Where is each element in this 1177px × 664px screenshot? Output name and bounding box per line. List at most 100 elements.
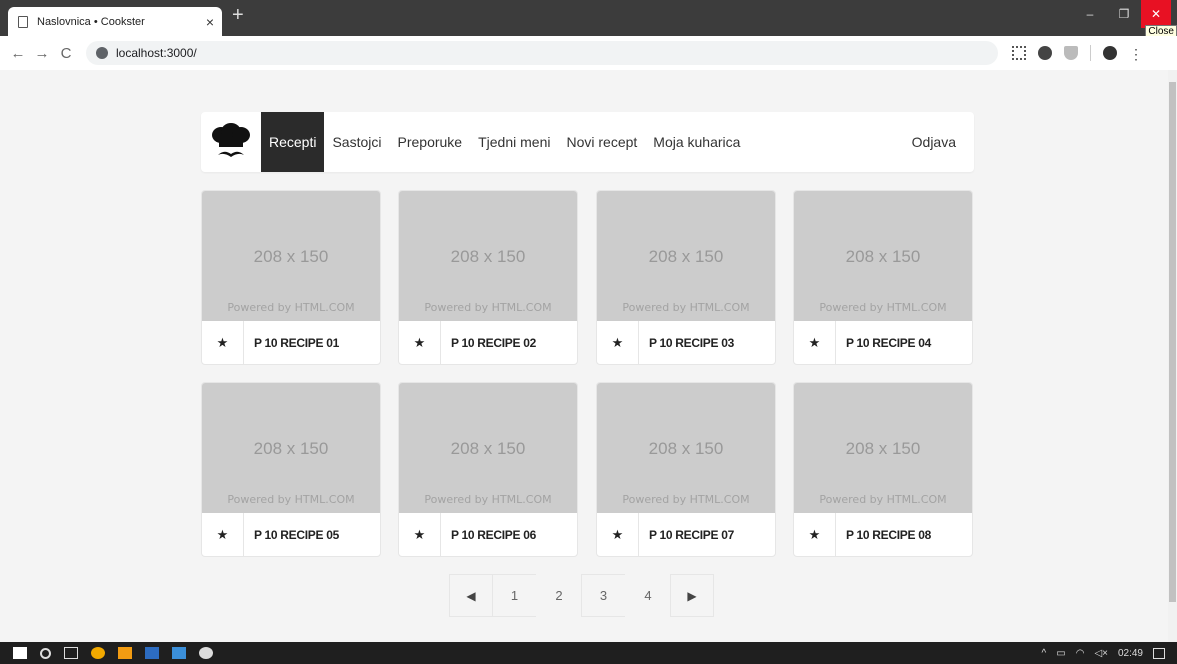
placeholder-credit: Powered by HTML.COM <box>424 301 552 314</box>
recipe-name[interactable]: P 10 RECIPE 08 <box>836 528 931 542</box>
placeholder-size: 208 x 150 <box>253 247 329 266</box>
shield-extension-icon[interactable] <box>1064 46 1078 60</box>
page-3-button[interactable]: 3 <box>581 574 626 617</box>
extension-circle-icon[interactable] <box>1038 46 1052 60</box>
logout-link[interactable]: Odjava <box>904 112 964 172</box>
browser-tab-strip: Naslovnica • Cookster × + – ❐ ✕ Close <box>0 0 1177 38</box>
profile-avatar-icon[interactable] <box>1103 46 1117 60</box>
recipe-image-placeholder[interactable]: 208 x 150 Powered by HTML.COM <box>597 191 775 321</box>
nav-tjedni-meni[interactable]: Tjedni meni <box>470 112 558 172</box>
main-navbar: Recepti Sastojci Preporuke Tjedni meni N… <box>201 112 974 172</box>
recipe-name[interactable]: P 10 RECIPE 06 <box>441 528 536 542</box>
browser-tab[interactable]: Naslovnica • Cookster × <box>8 7 222 36</box>
recipe-name[interactable]: P 10 RECIPE 04 <box>836 336 931 350</box>
close-window-button[interactable]: ✕ <box>1141 0 1171 28</box>
page-2-button[interactable]: 2 <box>536 574 582 617</box>
page-content: Recepti Sastojci Preporuke Tjedni meni N… <box>0 70 1168 642</box>
chrome-taskbar-icon[interactable] <box>91 647 105 659</box>
new-tab-button[interactable]: + <box>232 4 244 27</box>
url-text: localhost:3000/ <box>116 46 197 60</box>
paint-taskbar-icon[interactable] <box>199 647 213 659</box>
tab-title: Naslovnica • Cookster <box>37 15 145 28</box>
nav-moja-kuharica[interactable]: Moja kuharica <box>645 112 748 172</box>
chef-hat-logo-icon[interactable] <box>201 112 261 172</box>
recipe-card[interactable]: 208 x 150 Powered by HTML.COM ★ P 10 REC… <box>398 382 578 557</box>
nav-sastojci[interactable]: Sastojci <box>324 112 389 172</box>
tray-expand-icon[interactable]: ^ <box>1042 648 1047 659</box>
recipe-card[interactable]: 208 x 150 Powered by HTML.COM ★ P 10 REC… <box>398 190 578 365</box>
recipe-image-placeholder[interactable]: 208 x 150 Powered by HTML.COM <box>597 383 775 513</box>
star-icon[interactable]: ★ <box>202 513 244 556</box>
browser-toolbar: ← → C localhost:3000/ ⋮ <box>0 36 1177 70</box>
qr-extension-icon[interactable] <box>1012 46 1026 60</box>
nav-recepti[interactable]: Recepti <box>261 112 325 172</box>
placeholder-size: 208 x 150 <box>450 439 526 458</box>
star-icon[interactable]: ★ <box>597 321 639 364</box>
windows-taskbar: ^ ▭ ◠ ◁× 02:49 <box>0 642 1177 664</box>
placeholder-size: 208 x 150 <box>845 247 921 266</box>
prev-page-icon[interactable]: ◀ <box>449 574 493 617</box>
address-bar[interactable]: localhost:3000/ <box>86 41 998 65</box>
star-icon[interactable]: ★ <box>794 513 836 556</box>
browser-menu-icon[interactable]: ⋮ <box>1129 46 1143 62</box>
next-page-icon[interactable]: ▶ <box>670 574 714 617</box>
task-view-icon[interactable] <box>64 647 78 659</box>
site-info-icon[interactable] <box>96 47 108 59</box>
search-icon[interactable] <box>40 647 51 659</box>
battery-icon[interactable]: ▭ <box>1056 648 1065 659</box>
recipe-name[interactable]: P 10 RECIPE 02 <box>441 336 536 350</box>
back-button[interactable]: ← <box>6 45 30 62</box>
recipe-image-placeholder[interactable]: 208 x 150 Powered by HTML.COM <box>399 191 577 321</box>
volume-muted-icon[interactable]: ◁× <box>1094 648 1108 659</box>
minimize-button[interactable]: – <box>1073 0 1107 28</box>
placeholder-credit: Powered by HTML.COM <box>819 493 947 506</box>
recipe-name[interactable]: P 10 RECIPE 05 <box>244 528 339 542</box>
placeholder-size: 208 x 150 <box>648 247 724 266</box>
placeholder-credit: Powered by HTML.COM <box>622 301 750 314</box>
placeholder-credit: Powered by HTML.COM <box>227 493 355 506</box>
star-icon[interactable]: ★ <box>399 321 441 364</box>
recipe-image-placeholder[interactable]: 208 x 150 Powered by HTML.COM <box>202 191 380 321</box>
recipe-name[interactable]: P 10 RECIPE 03 <box>639 336 734 350</box>
clock[interactable]: 02:49 <box>1118 648 1143 659</box>
powershell-taskbar-icon[interactable] <box>145 647 159 659</box>
toolbar-divider <box>1090 45 1091 61</box>
star-icon[interactable]: ★ <box>794 321 836 364</box>
recipe-image-placeholder[interactable]: 208 x 150 Powered by HTML.COM <box>794 191 972 321</box>
sublime-taskbar-icon[interactable] <box>118 647 132 659</box>
windows-start-icon[interactable] <box>13 647 27 659</box>
scrollbar-thumb[interactable] <box>1169 82 1176 602</box>
reload-button[interactable]: C <box>54 45 78 62</box>
placeholder-credit: Powered by HTML.COM <box>424 493 552 506</box>
page-4-button[interactable]: 4 <box>625 574 671 617</box>
file-explorer-taskbar-icon[interactable] <box>172 647 186 659</box>
wifi-icon[interactable]: ◠ <box>1076 648 1085 659</box>
recipe-card[interactable]: 208 x 150 Powered by HTML.COM ★ P 10 REC… <box>596 382 776 557</box>
star-icon[interactable]: ★ <box>202 321 244 364</box>
nav-preporuke[interactable]: Preporuke <box>390 112 471 172</box>
recipe-name[interactable]: P 10 RECIPE 07 <box>639 528 734 542</box>
recipe-card[interactable]: 208 x 150 Powered by HTML.COM ★ P 10 REC… <box>201 382 381 557</box>
star-icon[interactable]: ★ <box>597 513 639 556</box>
forward-button[interactable]: → <box>30 45 54 62</box>
recipe-card[interactable]: 208 x 150 Powered by HTML.COM ★ P 10 REC… <box>596 190 776 365</box>
star-icon[interactable]: ★ <box>399 513 441 556</box>
page-scrollbar[interactable] <box>1168 70 1177 642</box>
recipe-card[interactable]: 208 x 150 Powered by HTML.COM ★ P 10 REC… <box>793 190 973 365</box>
recipe-card[interactable]: 208 x 150 Powered by HTML.COM ★ P 10 REC… <box>793 382 973 557</box>
placeholder-credit: Powered by HTML.COM <box>622 493 750 506</box>
recipe-image-placeholder[interactable]: 208 x 150 Powered by HTML.COM <box>399 383 577 513</box>
recipe-name[interactable]: P 10 RECIPE 01 <box>244 336 339 350</box>
placeholder-size: 208 x 150 <box>845 439 921 458</box>
placeholder-size: 208 x 150 <box>450 247 526 266</box>
restore-button[interactable]: ❐ <box>1107 0 1141 28</box>
recipe-image-placeholder[interactable]: 208 x 150 Powered by HTML.COM <box>794 383 972 513</box>
recipe-image-placeholder[interactable]: 208 x 150 Powered by HTML.COM <box>202 383 380 513</box>
recipe-card[interactable]: 208 x 150 Powered by HTML.COM ★ P 10 REC… <box>201 190 381 365</box>
page-1-button[interactable]: 1 <box>492 574 537 617</box>
nav-novi-recept[interactable]: Novi recept <box>558 112 645 172</box>
notifications-icon[interactable] <box>1153 647 1165 659</box>
placeholder-credit: Powered by HTML.COM <box>819 301 947 314</box>
page-icon <box>18 15 28 28</box>
tab-close-icon[interactable]: × <box>206 14 214 30</box>
